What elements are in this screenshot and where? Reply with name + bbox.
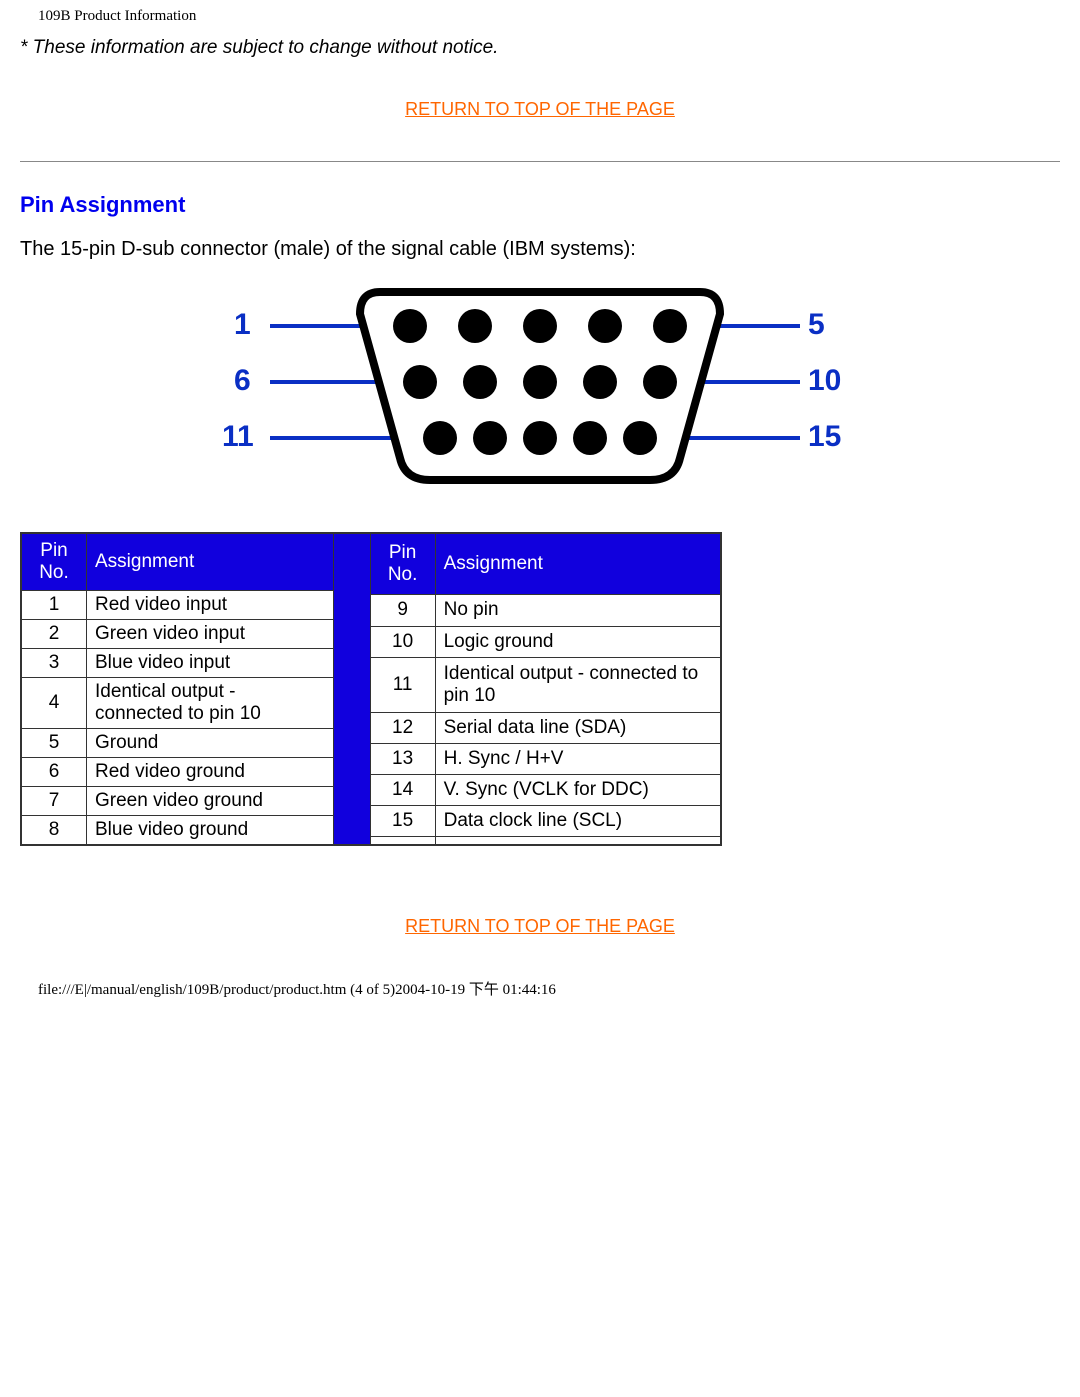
cell-assign: Serial data line (SDA)	[435, 712, 720, 743]
pin-label-6: 6	[234, 364, 251, 398]
table-spacer	[334, 533, 370, 845]
cell-pin: 7	[22, 787, 87, 816]
table-row: 11Identical output - connected to pin 10	[370, 657, 720, 712]
return-top-link-upper: RETURN TO TOP OF THE PAGE	[20, 99, 1060, 121]
cell-assign: Red video input	[87, 591, 334, 620]
cell-assign: Green video input	[87, 620, 334, 649]
return-top-anchor[interactable]: RETURN TO TOP OF THE PAGE	[405, 916, 675, 936]
cell-pin: 13	[370, 743, 435, 774]
cell-assign: Identical output - connected to pin 10	[435, 657, 720, 712]
cell-pin: 3	[22, 649, 87, 678]
table-row: 13H. Sync / H+V	[370, 743, 720, 774]
cell-assign: Data clock line (SCL)	[435, 806, 720, 837]
pin-label-15: 15	[808, 420, 841, 454]
dsub-connector-icon	[240, 286, 840, 486]
th-assignment: Assignment	[87, 534, 334, 591]
cell-assign: Green video ground	[87, 787, 334, 816]
table-row: 3Blue video input	[22, 649, 334, 678]
pin-label-1: 1	[234, 308, 251, 342]
table-row: 9No pin	[370, 595, 720, 626]
table-row: 14V. Sync (VCLK for DDC)	[370, 775, 720, 806]
section-title: Pin Assignment	[20, 192, 1060, 218]
cell-pin: 4	[22, 678, 87, 729]
th-pin-no: Pin No.	[22, 534, 87, 591]
return-top-anchor[interactable]: RETURN TO TOP OF THE PAGE	[405, 99, 675, 119]
cell-pin: 15	[370, 806, 435, 837]
table-row: 5Ground	[22, 729, 334, 758]
cell-assign	[435, 837, 720, 845]
footer-path: file:///E|/manual/english/109B/product/p…	[38, 978, 1060, 999]
cell-assign: H. Sync / H+V	[435, 743, 720, 774]
divider	[20, 161, 1060, 162]
return-top-link-lower: RETURN TO TOP OF THE PAGE	[20, 916, 1060, 938]
pin-label-5: 5	[808, 308, 825, 342]
pin-table-left: Pin No. Assignment 1Red video input 2Gre…	[21, 533, 334, 845]
cell-pin: 9	[370, 595, 435, 626]
cell-assign: Blue video ground	[87, 816, 334, 845]
cell-pin: 5	[22, 729, 87, 758]
page-header: 109B Product Information	[38, 8, 1060, 25]
table-row: 1Red video input	[22, 591, 334, 620]
cell-pin: 12	[370, 712, 435, 743]
table-row: 6Red video ground	[22, 758, 334, 787]
table-row: 4Identical output - connected to pin 10	[22, 678, 334, 729]
cell-assign: Blue video input	[87, 649, 334, 678]
cell-pin	[370, 837, 435, 845]
cell-pin: 6	[22, 758, 87, 787]
table-row: 7Green video ground	[22, 787, 334, 816]
th-pin-no: Pin No.	[370, 534, 435, 595]
table-row: 12Serial data line (SDA)	[370, 712, 720, 743]
cell-assign: No pin	[435, 595, 720, 626]
cell-assign: Ground	[87, 729, 334, 758]
pin-assignment-table: Pin No. Assignment 1Red video input 2Gre…	[20, 532, 722, 846]
table-row: 2Green video input	[22, 620, 334, 649]
pin-label-11: 11	[222, 420, 254, 454]
cell-pin: 1	[22, 591, 87, 620]
connector-diagram: 1 6 11 5 10 15	[20, 286, 1060, 492]
cell-assign: Identical output - connected to pin 10	[87, 678, 334, 729]
table-row: 8Blue video ground	[22, 816, 334, 845]
cell-pin: 10	[370, 626, 435, 657]
cell-assign: Red video ground	[87, 758, 334, 787]
cell-pin: 14	[370, 775, 435, 806]
table-row: 10Logic ground	[370, 626, 720, 657]
change-notice: * These information are subject to chang…	[20, 37, 1060, 59]
table-row: 15Data clock line (SCL)	[370, 806, 720, 837]
cell-pin: 11	[370, 657, 435, 712]
cell-pin: 2	[22, 620, 87, 649]
cell-assign: Logic ground	[435, 626, 720, 657]
pin-table-right: Pin No. Assignment 9No pin 10Logic groun…	[370, 533, 721, 845]
pin-label-10: 10	[808, 364, 841, 398]
table-row	[370, 837, 720, 845]
cell-pin: 8	[22, 816, 87, 845]
th-assignment: Assignment	[435, 534, 720, 595]
cell-assign: V. Sync (VCLK for DDC)	[435, 775, 720, 806]
section-intro: The 15-pin D-sub connector (male) of the…	[20, 238, 1060, 261]
